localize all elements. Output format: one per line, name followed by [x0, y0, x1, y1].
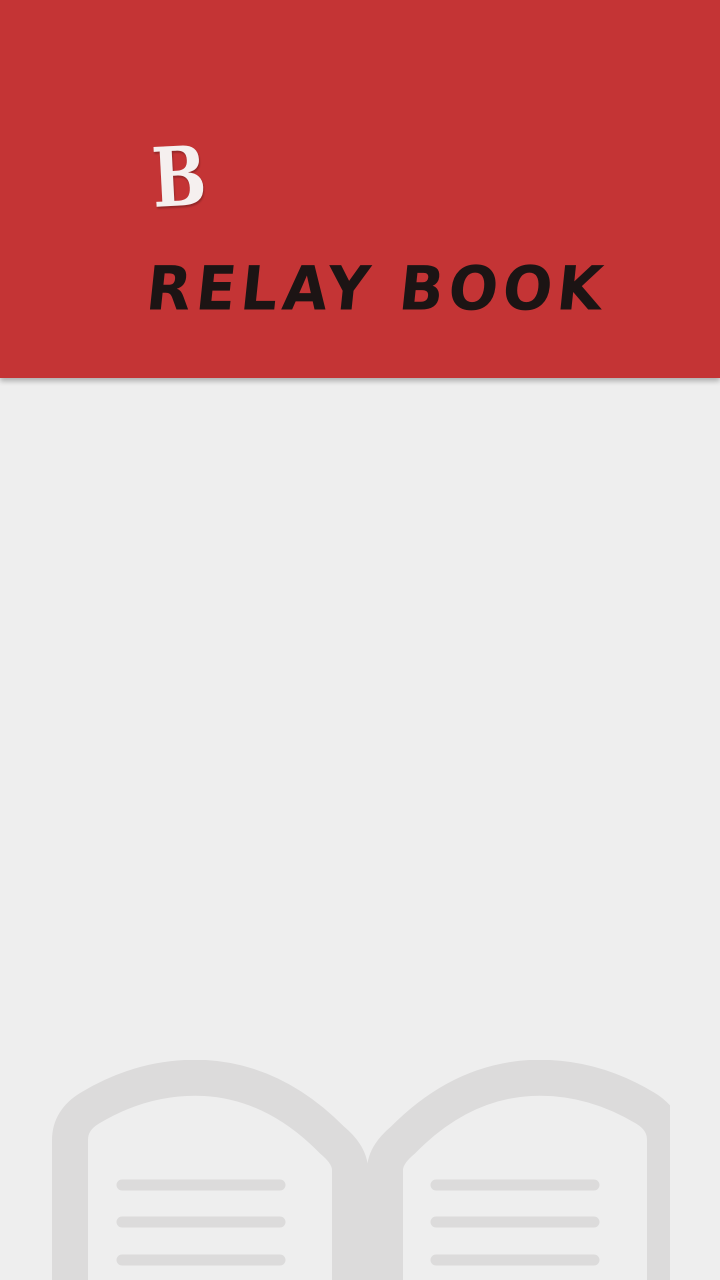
left-page — [52, 1060, 368, 1280]
app-title: RELAY BOOK — [143, 252, 612, 325]
header-banner: B RELAY BOOK — [0, 0, 720, 378]
open-book-icon — [52, 1060, 670, 1280]
splash-screen: B RELAY BOOK — [0, 0, 720, 1280]
logo-letter: B — [149, 128, 209, 227]
right-page — [367, 1060, 670, 1280]
